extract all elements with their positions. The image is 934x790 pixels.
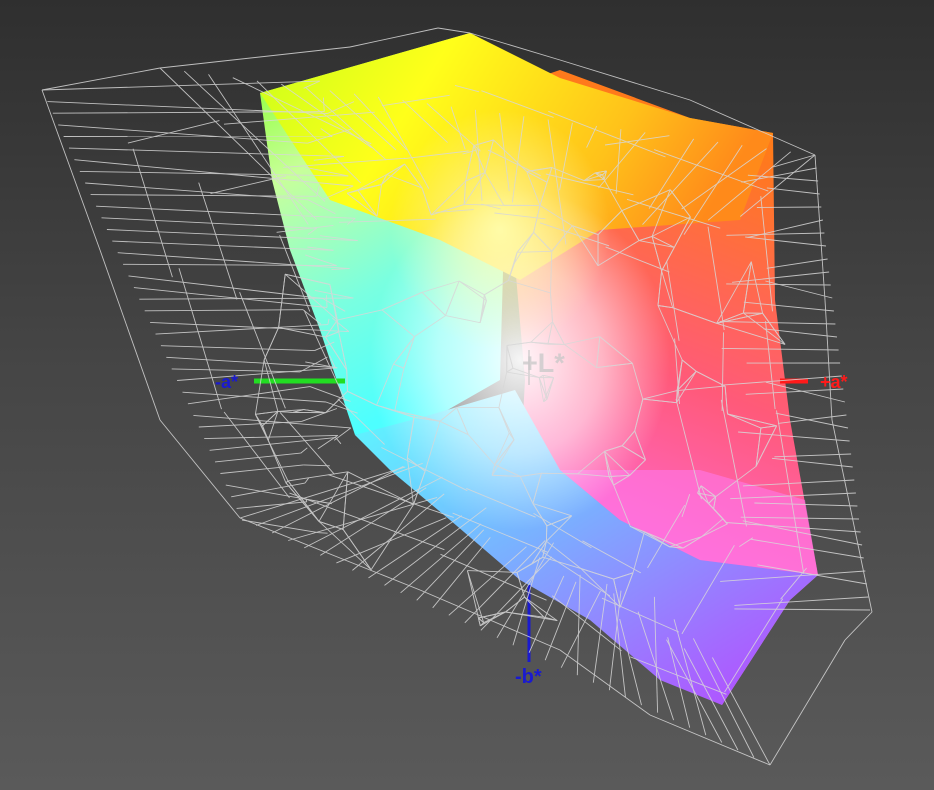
wireframe-mesh-edge [214,452,301,463]
wireframe-mesh-edge [262,425,269,441]
wireframe-mesh-edge [318,521,372,571]
wireframe-contour-edge [198,182,238,300]
wireframe-hull-edge [814,154,826,301]
wireframe-mesh-edge [300,447,308,454]
gamut-3d-scene: +L* +a* -a* -b* [41,27,873,766]
wireframe-mesh-edge [182,391,326,403]
wireframe-hull-edge [349,27,439,48]
wireframe-mesh-edge [271,465,404,534]
wireframe-mesh-edge [756,206,822,208]
axis-label-a-plus: +a* [820,372,848,392]
wireframe-mesh-edge [236,501,307,509]
wireframe-mesh-edge [241,519,319,534]
axis-label-a-minus: -a* [215,372,238,392]
wireframe-mesh-edge [483,611,506,624]
wireframe-mesh-edge [336,517,447,564]
wireframe-hull-edge [99,249,161,421]
wireframe-mesh-edge [209,437,336,451]
wireframe-hull-edge [159,46,351,69]
wireframe-mesh-edge [305,498,332,505]
axis-label-b-minus: -b* [515,666,542,688]
wireframe-mesh-edge [541,472,578,475]
wireframe-mesh-edge [220,464,304,474]
wireframe-mesh-edge [478,611,506,619]
wireframe-mesh-edge [254,359,265,415]
wireframe-mesh-edge [144,309,304,312]
wireframe-mesh-edge [277,410,293,413]
wireframe-mesh-edge [160,345,315,352]
wireframe-contour-edge [127,120,220,144]
wireframe-mesh-edge [318,532,328,534]
gamut-3d-viewport[interactable]: +L* +a* -a* -b* [0,0,934,790]
wireframe-mesh-edge [765,280,833,299]
wireframe-mesh-edge [524,596,545,618]
axis-label-l-plus: +L* [522,348,565,378]
wireframe-mesh-edge [263,327,280,361]
wireframe-hull-edge [41,89,101,251]
wireframe-mesh-edge [326,295,328,308]
wireframe-mesh-edge [335,437,342,445]
wireframe-mesh-edge [278,274,286,328]
wireframe-mesh-edge [263,359,279,412]
wireframe-mesh-edge [400,523,482,594]
wireframe-hull-edge [831,419,873,613]
wireframe-mesh-edge [278,327,326,338]
wireframe-mesh-edge [198,421,302,428]
wireframe-hull-edge [649,714,771,766]
wireframe-hull-edge [769,639,846,766]
wireframe-mesh-edge [368,515,463,579]
wireframe-mesh-edge [267,440,287,483]
wireframe-hull-edge [159,419,241,519]
wireframe-mesh-edge [766,187,820,195]
wireframe-mesh-edge [204,434,338,440]
wireframe-mesh-edge [384,507,487,586]
wireframe-mesh-edge [505,596,525,613]
wireframe-hull-edge [844,611,873,641]
wireframe-mesh-edge [128,275,323,299]
wireframe-mesh-edge [287,471,348,482]
wireframe-hull-edge [437,27,471,34]
wireframe-mesh-edge [187,386,311,405]
wireframe-mesh-edge [255,410,278,415]
wireframe-mesh-edge [133,287,328,308]
wireframe-mesh-edge [342,529,372,570]
wireframe-mesh-edge [766,258,828,269]
wireframe-hull-edge [824,299,833,421]
